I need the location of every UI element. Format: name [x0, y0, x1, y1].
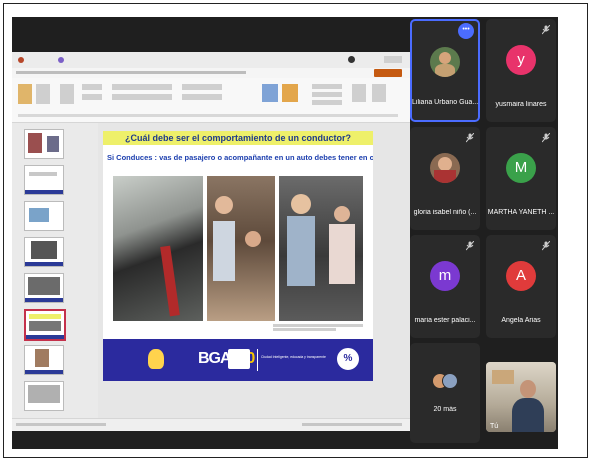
menu-tabs	[16, 71, 246, 74]
slide-title: ¿Cuál debe ser el comportamiento de un c…	[124, 133, 352, 143]
campaign-badge-icon	[228, 349, 250, 369]
slide-thumbnail	[24, 273, 64, 303]
avatar	[430, 47, 460, 77]
more-participants-tile[interactable]: 20 más	[410, 343, 480, 443]
participant-tile[interactable]: A Angela Arias	[486, 235, 556, 338]
city-seal-icon	[148, 349, 164, 369]
more-participants-count: 20 más	[433, 406, 457, 413]
self-view-tile[interactable]: Tú	[486, 362, 556, 432]
mic-muted-icon	[466, 241, 474, 251]
ppt-menu-bar	[12, 68, 410, 78]
slide-photo-children	[207, 176, 275, 321]
current-slide: ¿Cuál debe ser el comportamiento de un c…	[103, 131, 373, 381]
share-button	[374, 69, 402, 77]
meeting-window: ¿Cuál debe ser el comportamiento de un c…	[12, 17, 558, 449]
percent-badge-icon: %	[335, 346, 361, 372]
app-icon	[18, 57, 24, 63]
slide-photo-carseat	[279, 176, 363, 321]
participant-tile[interactable]: m maria ester palaci...	[410, 235, 480, 338]
ppt-ribbon	[12, 78, 410, 123]
slide-subtitle: Si Conduces : vas de pasajero o acompaña…	[107, 153, 373, 162]
avatar: A	[506, 261, 536, 291]
slide-canvas: ¿Cuál debe ser el comportamiento de un c…	[98, 123, 410, 418]
slide-thumbnail	[24, 237, 64, 267]
participant-name: Liliana Urbano Gua...	[412, 99, 478, 106]
participant-tile[interactable]: gloria isabel niño (...	[410, 127, 480, 230]
avatar	[442, 373, 458, 389]
participant-tile[interactable]: y yusmaira linares	[486, 19, 556, 122]
mic-muted-icon	[542, 241, 550, 251]
participant-name: MARTHA YANETH ...	[487, 209, 555, 216]
mic-muted-icon	[466, 133, 474, 143]
slide-thumbnail	[24, 129, 64, 159]
ppt-status-bar	[12, 418, 410, 431]
participant-name: gloria isabel niño (...	[413, 209, 477, 216]
status-left	[16, 423, 106, 426]
more-options-icon[interactable]: •••	[458, 23, 474, 39]
mic-muted-icon	[542, 133, 550, 143]
slide-thumbnail-selected	[24, 309, 66, 341]
avatar: M	[506, 153, 536, 183]
shared-screen: ¿Cuál debe ser el comportamiento de un c…	[12, 52, 410, 431]
avatar: m	[430, 261, 460, 291]
slide-thumbnail	[24, 381, 64, 411]
participant-name: yusmaira linares	[495, 101, 547, 108]
slide-thumbnail	[24, 201, 64, 231]
participant-tile[interactable]: M MARTHA YANETH ...	[486, 127, 556, 230]
photo-caption	[273, 324, 363, 331]
profile-avatar	[348, 56, 355, 63]
footer-text: Ciudad Inteligente, educada y transparen…	[261, 355, 326, 359]
slide-photo-seatbelt	[113, 176, 203, 321]
participant-name: maria ester palaci...	[414, 317, 476, 324]
designer-icon	[58, 57, 64, 63]
slide-footer: BGA400 Ciudad Inteligente, educada y tra…	[103, 339, 373, 381]
window-controls	[384, 56, 402, 63]
ppt-titlebar	[12, 52, 410, 69]
slide-thumbnail	[24, 345, 64, 375]
slide-thumbnail-pane	[12, 123, 99, 418]
avatar	[430, 153, 460, 183]
zoom-slider	[302, 423, 402, 426]
self-label: Tú	[490, 423, 499, 430]
avatar: y	[506, 45, 536, 75]
participant-tile[interactable]: ••• Liliana Urbano Gua...	[410, 19, 480, 122]
participant-name: Angela Arias	[501, 317, 541, 324]
mic-muted-icon	[542, 25, 550, 35]
slide-thumbnail	[24, 165, 64, 195]
footer-divider	[257, 349, 258, 371]
